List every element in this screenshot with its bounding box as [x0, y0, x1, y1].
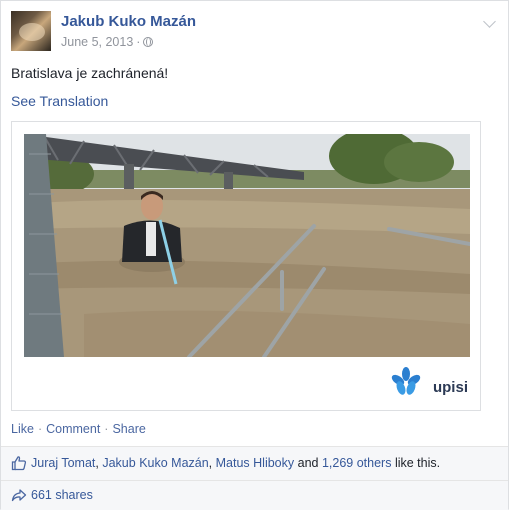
shares-summary: 661 shares — [1, 480, 508, 510]
post-image-frame[interactable]: upisi — [11, 121, 481, 411]
shares-count-link[interactable]: 661 shares — [31, 488, 93, 502]
post-actions: Like · Comment · Share — [11, 422, 146, 436]
likes-others-link[interactable]: 1,269 others — [322, 456, 392, 470]
share-arrow-icon — [11, 489, 27, 502]
post-meta: June 5, 2013 · — [61, 35, 154, 49]
flood-photo[interactable] — [24, 134, 470, 357]
liker-name[interactable]: Jakub Kuko Mazán — [102, 456, 208, 470]
likes-comma: , — [95, 456, 99, 470]
action-separator: · — [37, 422, 43, 436]
author-name[interactable]: Jakub Kuko Mazán — [61, 13, 196, 30]
comment-link[interactable]: Comment — [46, 422, 100, 436]
flood-photo-illustration — [24, 134, 470, 357]
see-translation-link[interactable]: See Translation — [11, 93, 108, 109]
likes-summary: Juraj Tomat, Jakub Kuko Mazán, Matus Hli… — [1, 446, 508, 480]
post-header: Jakub Kuko Mazán June 5, 2013 · — [11, 11, 500, 53]
upisi-logo: upisi — [388, 366, 468, 402]
like-link[interactable]: Like — [11, 422, 34, 436]
globe-icon[interactable] — [143, 37, 154, 47]
likes-comma: , — [208, 456, 213, 470]
brand-name: upisi — [432, 379, 468, 396]
post-date[interactable]: June 5, 2013 — [61, 35, 133, 49]
avatar-photo — [19, 23, 45, 41]
liker-name[interactable]: Juraj Tomat — [31, 456, 95, 470]
post-card: Jakub Kuko Mazán June 5, 2013 · Bratislav… — [0, 0, 509, 510]
thumb-icon — [11, 456, 27, 471]
post-text: Bratislava je zachránená! — [11, 65, 169, 81]
upisi-flower-icon — [391, 367, 421, 395]
avatar[interactable] — [11, 11, 51, 51]
share-link[interactable]: Share — [112, 422, 145, 436]
liker-name[interactable]: Matus Hliboky — [216, 456, 295, 470]
meta-separator: · — [136, 35, 141, 49]
chevron-down-icon[interactable] — [483, 15, 496, 28]
likes-and: and — [297, 456, 319, 470]
action-separator: · — [104, 422, 109, 436]
likes-suffix: like this. — [394, 456, 441, 470]
likes-text: Juraj Tomat, Jakub Kuko Mazán, Matus Hli… — [31, 456, 440, 470]
